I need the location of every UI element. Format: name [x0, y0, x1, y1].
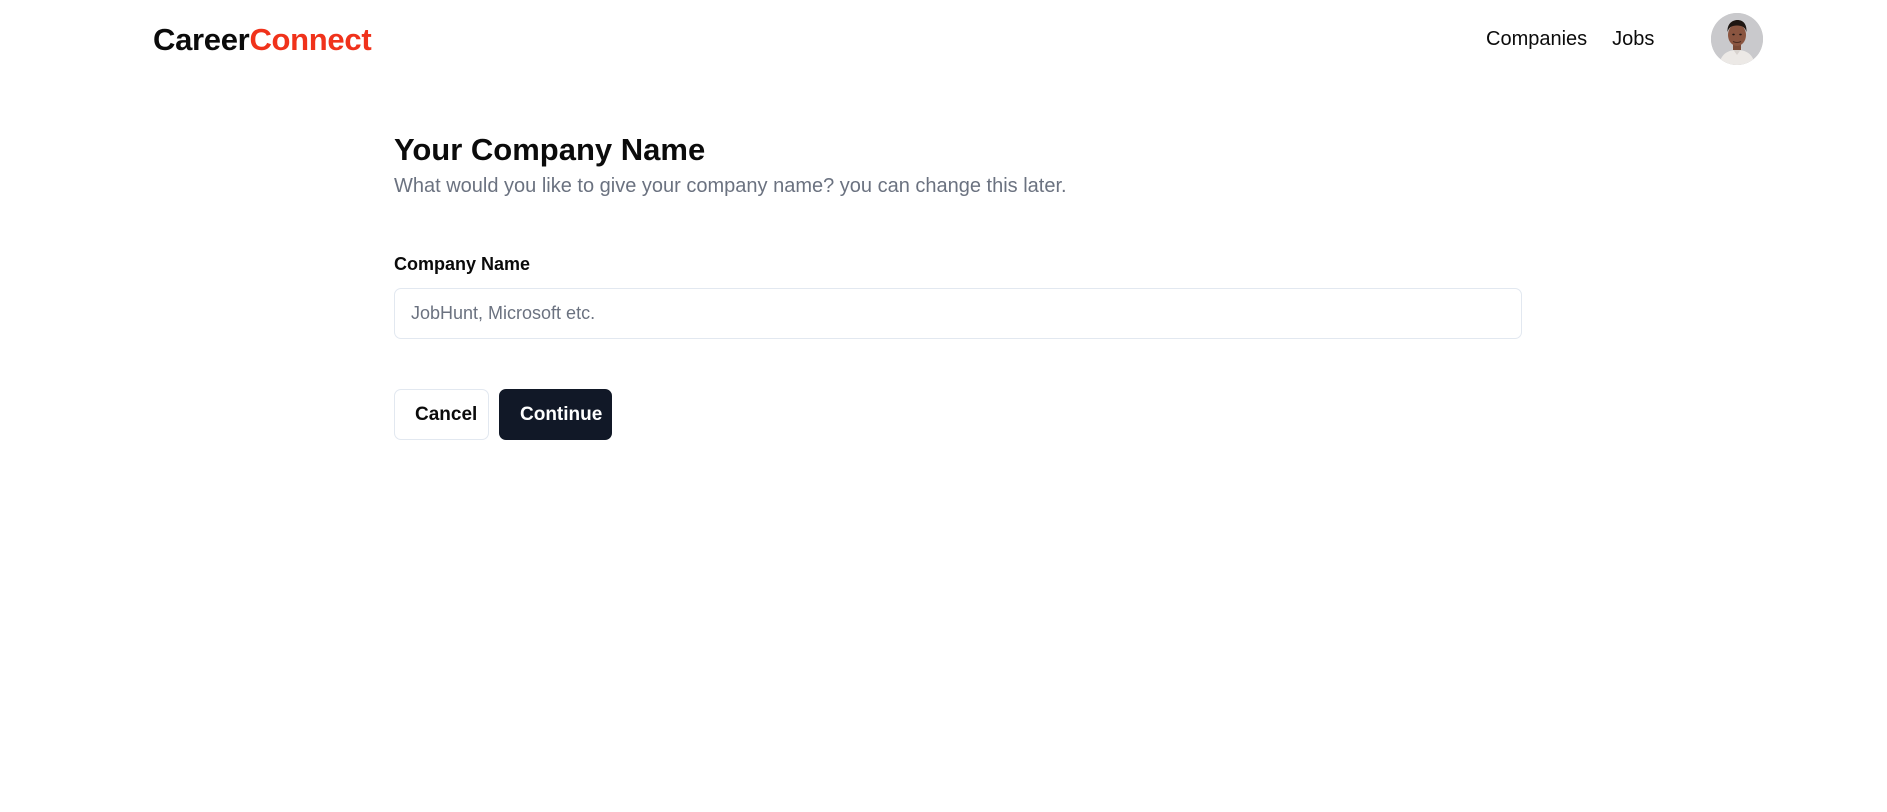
page-subtitle: What would you like to give your company…: [394, 175, 1067, 197]
company-name-label: Company Name: [394, 254, 531, 274]
avatar-photo-icon: [1711, 13, 1763, 65]
cancel-button[interactable]: Cancel: [394, 389, 489, 440]
company-name-input[interactable]: [394, 288, 1522, 339]
form-actions: Cancel Continue: [394, 389, 1522, 440]
page-title: Your Company Name: [394, 132, 706, 167]
logo-text-career: Career: [153, 22, 250, 57]
logo[interactable]: CareerConnect: [153, 20, 372, 60]
company-name-form: Your Company Name What would you like to…: [394, 130, 1522, 440]
logo-text-connect: Connect: [249, 22, 372, 57]
user-avatar[interactable]: [1711, 13, 1763, 65]
nav-link-companies[interactable]: Companies: [1486, 24, 1587, 54]
nav-links: Companies Jobs: [1486, 24, 1654, 54]
navbar: CareerConnect Companies Jobs: [0, 0, 1887, 80]
continue-button[interactable]: Continue: [499, 389, 612, 440]
nav-link-jobs[interactable]: Jobs: [1612, 24, 1654, 54]
